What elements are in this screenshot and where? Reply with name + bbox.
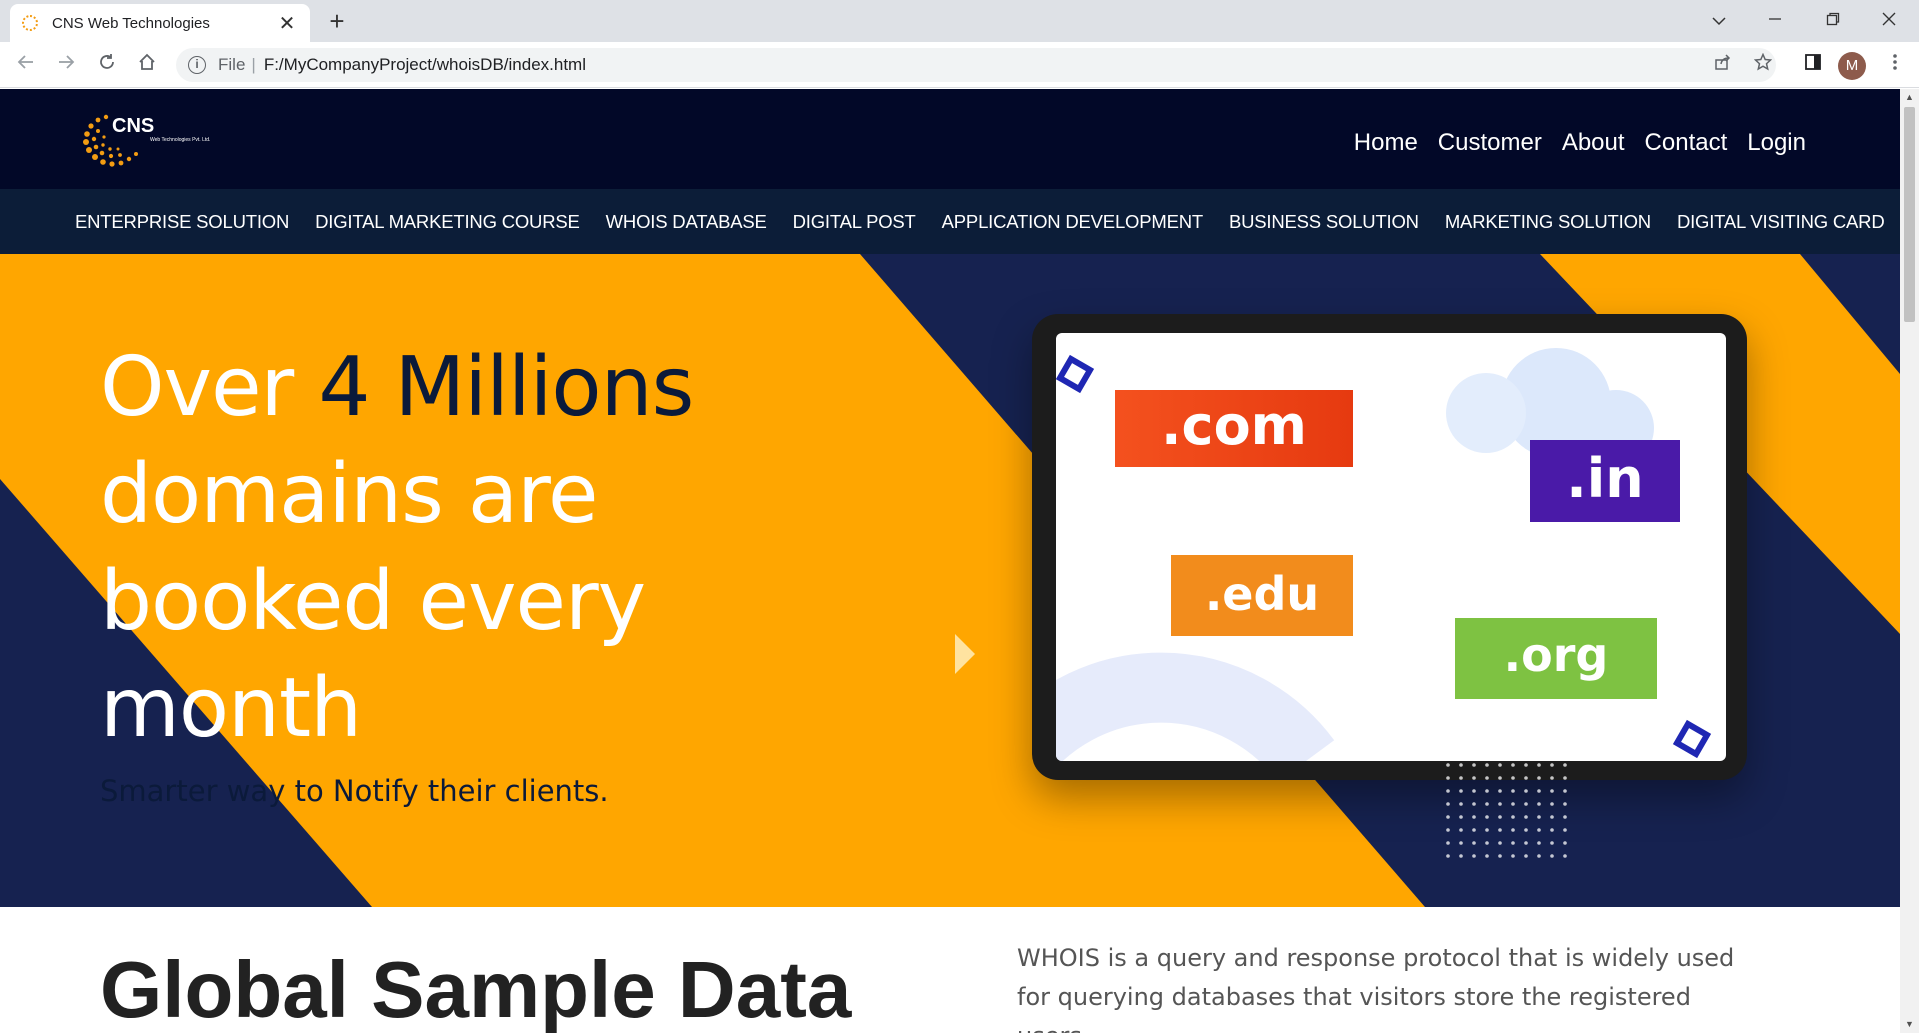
subnav-business-solution[interactable]: BUSINESS SOLUTION bbox=[1229, 211, 1419, 233]
subnav-whois-database[interactable]: WHOIS DATABASE bbox=[606, 211, 767, 233]
back-arrow-icon[interactable] bbox=[10, 49, 42, 81]
nav-about[interactable]: About bbox=[1562, 129, 1625, 157]
hero-subtitle: Smarter way to Notify their clients. bbox=[100, 774, 609, 808]
scroll-down-arrow-icon[interactable]: ▼ bbox=[1900, 1016, 1919, 1033]
nav-login[interactable]: Login bbox=[1747, 129, 1806, 157]
minimize-icon[interactable] bbox=[1752, 4, 1798, 36]
subnav-enterprise-solution[interactable]: ENTERPRISE SOLUTION bbox=[75, 211, 289, 233]
restore-icon[interactable] bbox=[1810, 4, 1856, 36]
dot-grid-decoration bbox=[1445, 749, 1575, 864]
subnav-digital-post[interactable]: DIGITAL POST bbox=[793, 211, 916, 233]
browser-tab[interactable]: CNS Web Technologies ✕ bbox=[10, 4, 310, 42]
profile-avatar[interactable]: M bbox=[1838, 52, 1866, 80]
logo-subtext: Web Technologies Pvt. Ltd. bbox=[150, 137, 211, 143]
section-title: Global Sample Data bbox=[100, 945, 852, 1033]
new-tab-button[interactable]: + bbox=[322, 6, 352, 36]
close-tab-icon[interactable]: ✕ bbox=[276, 11, 298, 36]
bookmark-star-icon[interactable] bbox=[1746, 48, 1780, 82]
hero-title-part1: Over bbox=[100, 340, 319, 435]
hero-banner: Over 4 Millions domains are booked every… bbox=[0, 254, 1900, 907]
tablet-screen: .com .in .edu .org bbox=[1056, 333, 1726, 761]
hero-title-highlight: 4 Millions bbox=[318, 340, 694, 435]
url-separator: | bbox=[251, 55, 256, 74]
scroll-up-arrow-icon[interactable]: ▲ bbox=[1900, 89, 1919, 106]
scroll-thumb[interactable] bbox=[1904, 107, 1915, 322]
domain-org-tile: .org bbox=[1455, 618, 1657, 699]
service-nav: ENTERPRISE SOLUTION DIGITAL MARKETING CO… bbox=[0, 189, 1900, 254]
close-window-icon[interactable] bbox=[1866, 4, 1912, 36]
address-bar[interactable]: i File | F:/MyCompanyProject/whoisDB/ind… bbox=[176, 48, 1776, 82]
hero-title: Over 4 Millions domains are booked every… bbox=[100, 334, 800, 762]
tablet-illustration: .com .in .edu .org bbox=[1032, 314, 1747, 780]
tab-search-chevron-icon[interactable] bbox=[1696, 4, 1742, 36]
url-scheme: File bbox=[218, 55, 246, 74]
tab-title: CNS Web Technologies bbox=[52, 14, 210, 32]
nav-home[interactable]: Home bbox=[1354, 129, 1418, 157]
cns-logo[interactable]: CNS Web Technologies Pvt. Ltd. bbox=[76, 107, 226, 173]
section-text: WHOIS is a query and response protocol t… bbox=[1017, 944, 1735, 1033]
subnav-application-development[interactable]: APPLICATION DEVELOPMENT bbox=[942, 211, 1204, 233]
page-viewport: CNS Web Technologies Pvt. Ltd. Home Cust… bbox=[0, 89, 1900, 1033]
domain-edu-tile: .edu bbox=[1171, 555, 1353, 636]
subnav-digital-visiting-card[interactable]: DIGITAL VISITING CARD bbox=[1677, 211, 1885, 233]
nav-contact[interactable]: Contact bbox=[1645, 129, 1728, 157]
top-nav: Home Customer About Contact Login bbox=[1354, 129, 1806, 157]
home-icon[interactable] bbox=[131, 49, 163, 81]
site-info-icon[interactable]: i bbox=[188, 56, 206, 74]
reload-icon[interactable] bbox=[91, 49, 123, 81]
share-icon[interactable] bbox=[1706, 48, 1740, 82]
domain-com-tile: .com bbox=[1115, 390, 1353, 467]
forward-arrow-icon[interactable] bbox=[50, 49, 82, 81]
side-panel-icon[interactable] bbox=[1796, 48, 1830, 82]
domain-in-tile: .in bbox=[1530, 440, 1680, 522]
page-scrollbar[interactable]: ▲ ▼ bbox=[1900, 89, 1919, 1033]
url-path: F:/MyCompanyProject/whoisDB/index.html bbox=[263, 55, 586, 74]
cns-favicon-icon bbox=[22, 15, 38, 31]
subnav-digital-marketing-course[interactable]: DIGITAL MARKETING COURSE bbox=[315, 211, 580, 233]
site-header: CNS Web Technologies Pvt. Ltd. Home Cust… bbox=[0, 89, 1900, 189]
hero-title-part3: domains are booked every month bbox=[100, 447, 646, 756]
nav-customer[interactable]: Customer bbox=[1438, 129, 1542, 157]
browser-toolbar: i File | F:/MyCompanyProject/whoisDB/ind… bbox=[0, 42, 1919, 88]
browser-tab-bar: CNS Web Technologies ✕ + bbox=[0, 0, 1919, 42]
logo-text: CNS bbox=[112, 115, 155, 137]
subnav-marketing-solution[interactable]: MARKETING SOLUTION bbox=[1445, 211, 1651, 233]
browser-menu-icon[interactable] bbox=[1880, 48, 1910, 82]
